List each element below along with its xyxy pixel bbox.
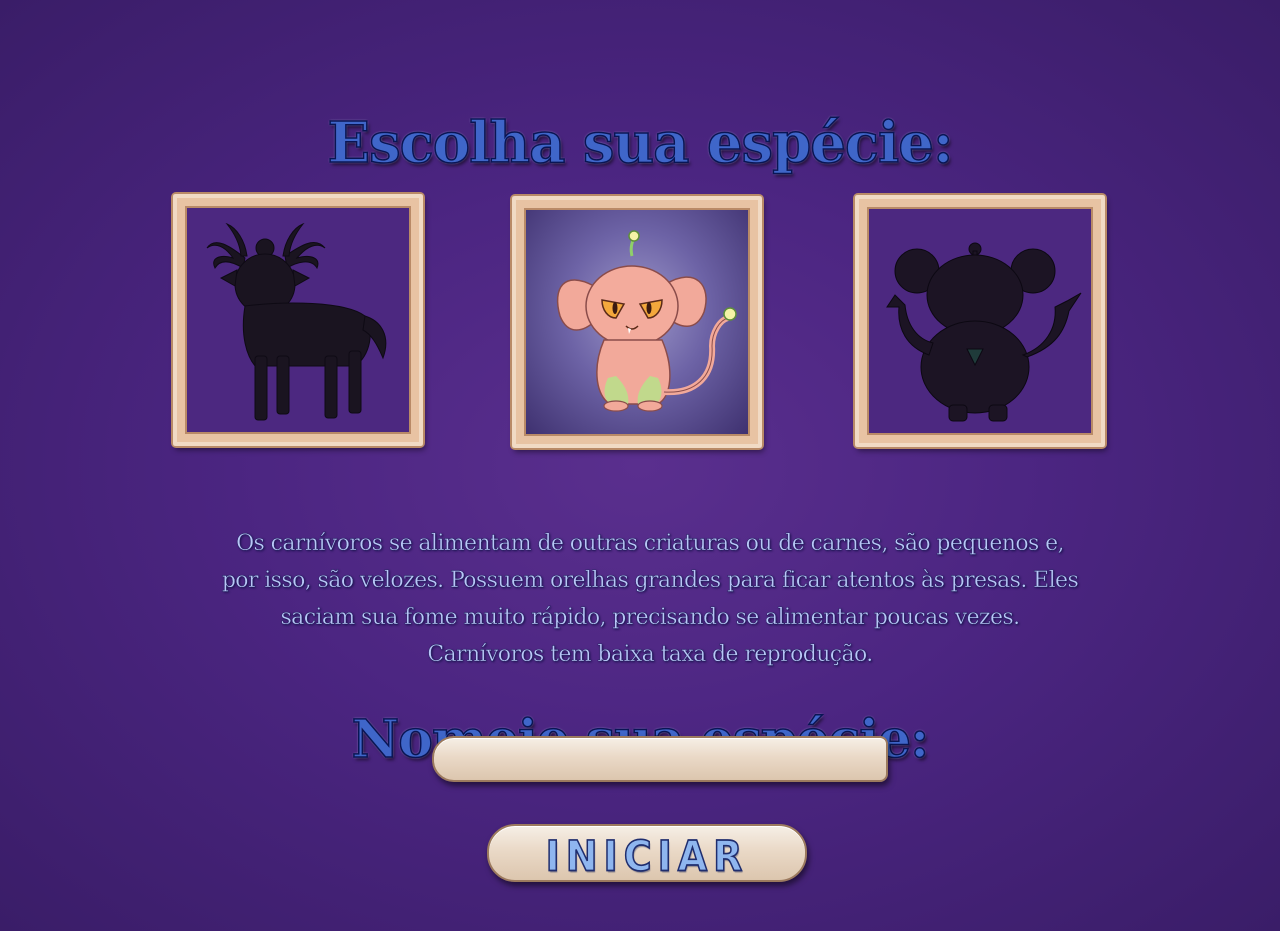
species-option-round-eared-monkey[interactable] bbox=[855, 195, 1105, 447]
species-option-carnivore[interactable] bbox=[512, 196, 762, 448]
start-button[interactable]: INICIAR bbox=[487, 824, 807, 882]
pink-eared-cat-creature-icon bbox=[556, 230, 737, 412]
species-description: Os carnívoros se alimentam de outras cri… bbox=[221, 531, 1079, 667]
page-title: Escolha sua espécie: bbox=[327, 109, 955, 177]
round-eared-monkey-silhouette-icon bbox=[886, 242, 1082, 422]
antlered-goat-silhouette-icon bbox=[206, 222, 387, 421]
start-button-label: INICIAR bbox=[545, 831, 749, 881]
species-name-input[interactable] bbox=[432, 736, 888, 782]
species-option-antlered-goat[interactable] bbox=[173, 194, 423, 446]
